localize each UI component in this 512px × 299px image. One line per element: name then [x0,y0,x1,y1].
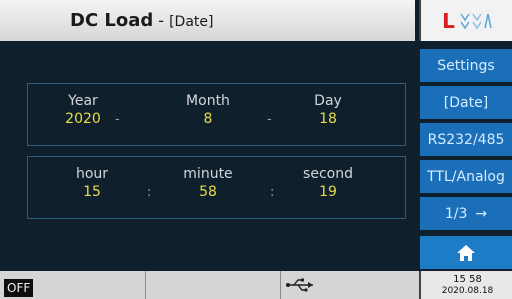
minute-value: 58 [199,184,217,200]
waveform-icon [460,13,492,29]
page-title: [Date] [169,14,214,30]
clock-date: 2020.08.18 [441,286,494,296]
month-label: Month [186,93,230,109]
output-state-badge[interactable]: OFF [4,279,34,297]
month-value: 8 [203,111,213,127]
date-button[interactable]: [Date] [420,86,512,119]
time-panel: hour 15 : minute 58 : second 19 [27,156,406,219]
hour-field[interactable]: hour 15 [47,166,137,200]
second-field[interactable]: second 19 [283,166,373,200]
app-title: DC Load [70,10,154,31]
title-separator: - [158,11,165,30]
day-label: Day [314,93,342,109]
date-separator: - [267,112,272,127]
second-label: second [303,166,353,182]
logo-letter: L [442,8,455,33]
time-separator: : [147,185,152,200]
page-next-button[interactable]: 1/3 → [420,197,512,230]
home-icon [457,244,475,261]
minute-label: minute [183,166,233,182]
home-button[interactable] [420,236,512,269]
minute-field[interactable]: minute 58 [163,166,253,200]
clock: 15 58 2020.08.18 [419,271,512,299]
day-value: 18 [319,111,337,127]
usb-icon [286,278,313,292]
ttl-analog-button[interactable]: TTL/Analog [420,160,512,193]
status-divider [145,271,146,299]
brand-logo: L [419,0,512,41]
arrow-right-icon: → [475,205,488,222]
year-label: Year [68,93,98,109]
month-field[interactable]: Month 8 [163,93,253,127]
clock-time: 15 58 [453,274,482,285]
rs232-button[interactable]: RS232/485 [420,123,512,156]
hour-label: hour [75,166,109,182]
day-field[interactable]: Day 18 [283,93,373,127]
status-divider [280,271,281,299]
page-indicator: 1/3 [444,205,468,222]
second-value: 19 [319,184,337,200]
title-bar: DC Load - [Date] [0,0,415,41]
main-area: Year 2020 - Month 8 - Day 18 hour 15 : m… [0,41,415,271]
time-separator: : [270,185,275,200]
softkey-sidebar: Settings [Date] RS232/485 TTL/Analog 1/3… [419,41,512,271]
title-wrap: DC Load - [Date] [70,10,213,31]
date-panel: Year 2020 - Month 8 - Day 18 [27,83,406,146]
hour-value: 15 [83,184,101,200]
date-separator: - [115,112,120,127]
settings-button[interactable]: Settings [420,49,512,82]
